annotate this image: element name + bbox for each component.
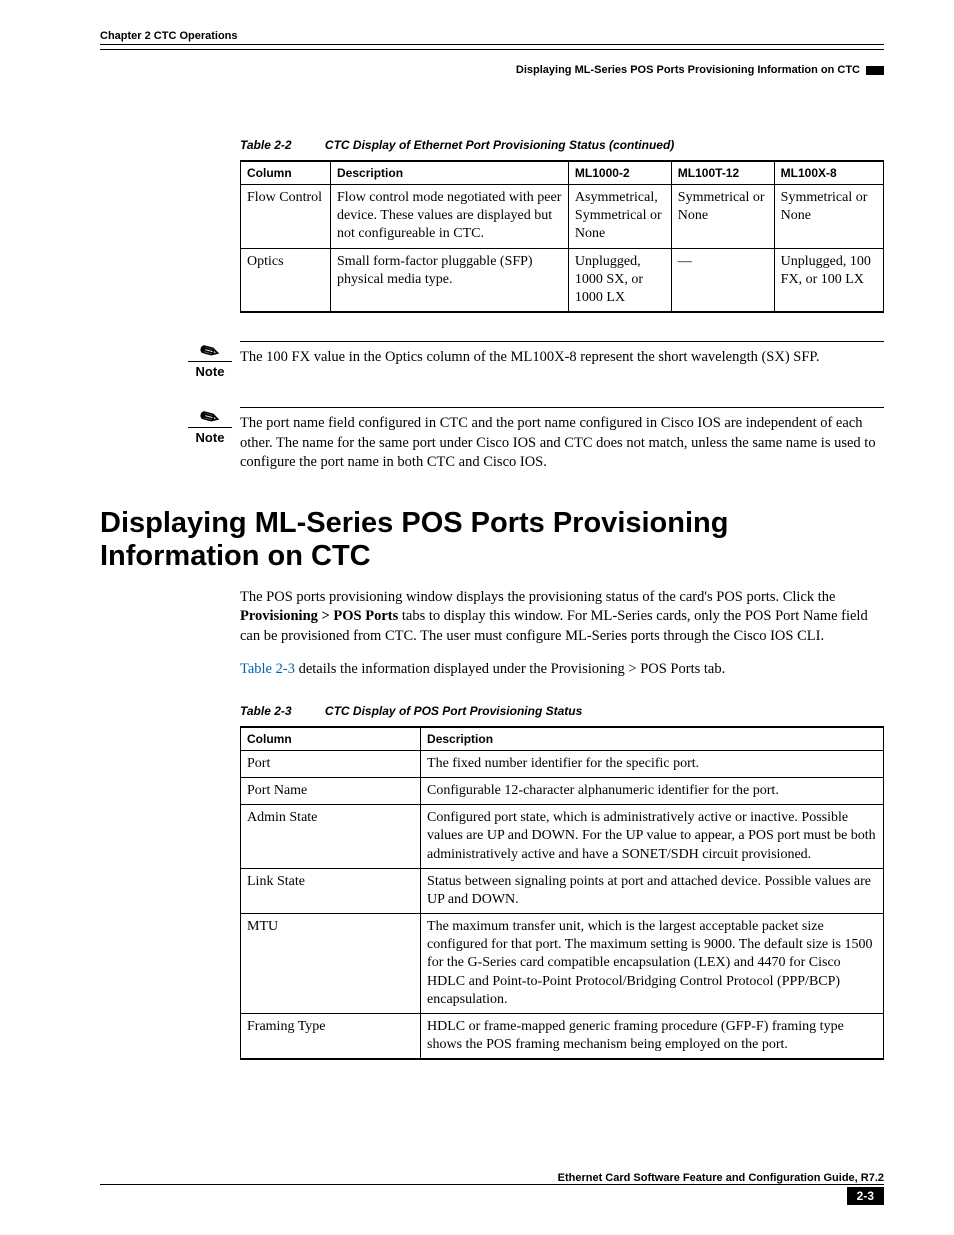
col-header: Column (241, 727, 421, 751)
table-number: Table 2-2 (240, 138, 292, 152)
text: details the information displayed under … (295, 661, 725, 677)
section-header-text: Displaying ML-Series POS Ports Provision… (516, 64, 860, 76)
table-row: Admin StateConfigured port state, which … (241, 805, 884, 869)
col-header: Description (421, 727, 884, 751)
page-number: 2-3 (847, 1187, 884, 1205)
table-2-2-caption: Table 2-2 CTC Display of Ethernet Port P… (240, 138, 884, 152)
cell: Port (241, 750, 421, 777)
cell: The maximum transfer unit, which is the … (421, 914, 884, 1014)
table-row: Optics Small form-factor pluggable (SFP)… (241, 248, 884, 312)
cell: Flow Control (241, 185, 331, 249)
footer-guide-title: Ethernet Card Software Feature and Confi… (558, 1172, 884, 1184)
table-2-2: Column Description ML1000-2 ML100T-12 ML… (240, 160, 884, 313)
text: The POS ports provisioning window displa… (240, 589, 835, 605)
cell: The fixed number identifier for the spec… (421, 750, 884, 777)
table-row: MTUThe maximum transfer unit, which is t… (241, 914, 884, 1014)
col-header: ML100X-8 (774, 161, 883, 185)
cell: Configured port state, which is administ… (421, 805, 884, 869)
cell: Configurable 12-character alphanumeric i… (421, 777, 884, 804)
table-header-row: Column Description ML1000-2 ML100T-12 ML… (241, 161, 884, 185)
col-header: Column (241, 161, 331, 185)
cross-ref-link[interactable]: Table 2-3 (240, 661, 295, 677)
section-heading: Displaying ML-Series POS Ports Provision… (100, 507, 884, 574)
cell: Status between signaling points at port … (421, 868, 884, 913)
table-header-row: Column Description (241, 727, 884, 751)
table-row: Framing TypeHDLC or frame-mapped generic… (241, 1014, 884, 1060)
cell: Port Name (241, 777, 421, 804)
cell: Symmetrical or None (671, 185, 774, 249)
cell: Optics (241, 248, 331, 312)
cell: — (671, 248, 774, 312)
table-number: Table 2-3 (240, 704, 292, 718)
table-title: CTC Display of Ethernet Port Provisionin… (325, 138, 674, 152)
cell: Unplugged, 1000 SX, or 1000 LX (568, 248, 671, 312)
table-2-3: Column Description PortThe fixed number … (240, 726, 884, 1061)
cell: Symmetrical or None (774, 185, 883, 249)
chapter-header: Chapter 2 CTC Operations (100, 30, 884, 45)
cell: Link State (241, 868, 421, 913)
cell: MTU (241, 914, 421, 1014)
table-2-3-caption: Table 2-3 CTC Display of POS Port Provis… (240, 704, 884, 718)
col-header: ML1000-2 (568, 161, 671, 185)
note-text: The 100 FX value in the Optics column of… (240, 341, 884, 368)
table-row: Flow Control Flow control mode negotiate… (241, 185, 884, 249)
cell: Small form-factor pluggable (SFP) physic… (331, 248, 569, 312)
table-row: Link StateStatus between signaling point… (241, 868, 884, 913)
table-row: PortThe fixed number identifier for the … (241, 750, 884, 777)
page-footer: Ethernet Card Software Feature and Confi… (100, 1170, 884, 1205)
note-2: ✎ Note The port name field configured in… (180, 407, 884, 473)
col-header: ML100T-12 (671, 161, 774, 185)
paragraph-2: Table 2-3 details the information displa… (240, 660, 884, 680)
note-1: ✎ Note The 100 FX value in the Optics co… (180, 341, 884, 379)
cell: Framing Type (241, 1014, 421, 1060)
cell: Unplugged, 100 FX, or 100 LX (774, 248, 883, 312)
text-bold: Provisioning > POS Ports (240, 608, 398, 624)
cell: Asymmetrical, Symmetrical or None (568, 185, 671, 249)
paragraph-1: The POS ports provisioning window displa… (240, 588, 884, 647)
header-end-block (866, 66, 884, 75)
cell: Flow control mode negotiated with peer d… (331, 185, 569, 249)
col-header: Description (331, 161, 569, 185)
section-header-right: Displaying ML-Series POS Ports Provision… (100, 64, 884, 78)
cell: HDLC or frame-mapped generic framing pro… (421, 1014, 884, 1060)
table-title: CTC Display of POS Port Provisioning Sta… (325, 704, 582, 718)
note-text: The port name field configured in CTC an… (240, 407, 884, 473)
table-row: Port NameConfigurable 12-character alpha… (241, 777, 884, 804)
cell: Admin State (241, 805, 421, 869)
